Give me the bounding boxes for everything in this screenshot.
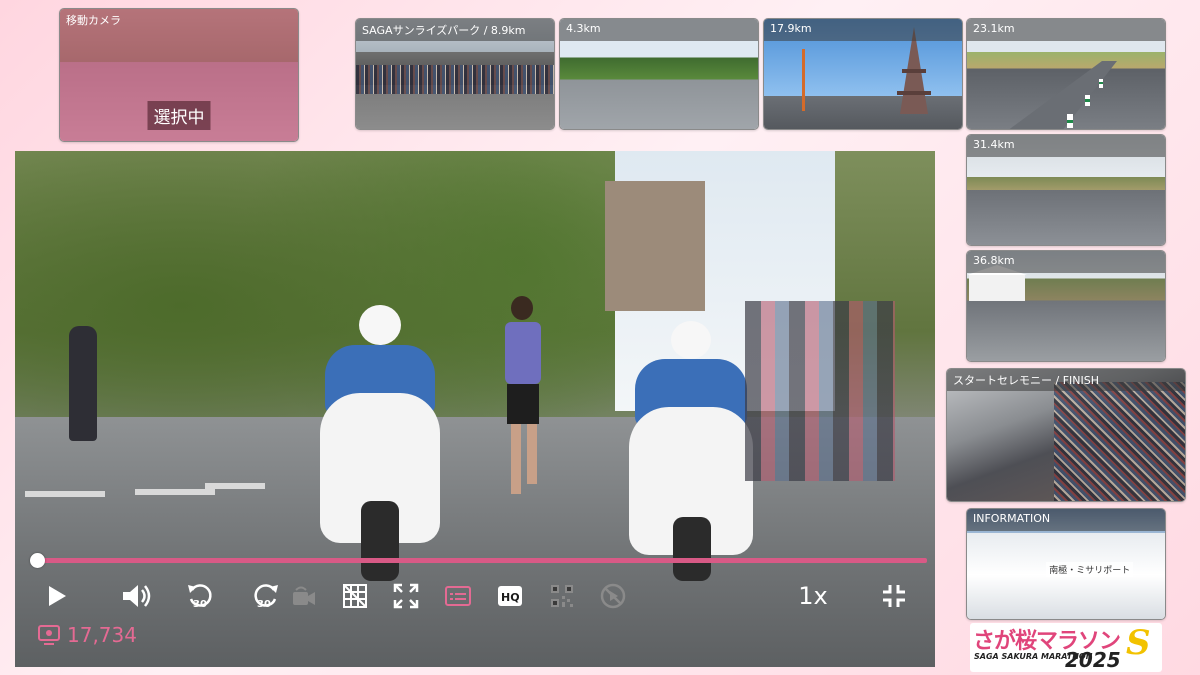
mobile-camera-label: 移動カメラ bbox=[66, 14, 121, 27]
video-lane-mark bbox=[135, 489, 215, 495]
viewers-icon bbox=[38, 625, 60, 645]
camera-thumbnail-information[interactable]: 南極・ミサリポート INFORMATION bbox=[966, 508, 1166, 620]
video-lane-mark bbox=[25, 491, 105, 497]
camera-label: 36.8km bbox=[967, 251, 1165, 273]
grid-icon bbox=[343, 584, 367, 608]
subtitles-icon bbox=[445, 586, 471, 606]
camera-thumbnail-36-8km[interactable]: 36.8km bbox=[966, 250, 1166, 362]
runner bbox=[493, 296, 553, 506]
camera-thumbnail-31-4km[interactable]: 31.4km bbox=[966, 134, 1166, 246]
video-lane-mark bbox=[205, 483, 265, 489]
forward-30-button[interactable]: 30 bbox=[248, 581, 282, 611]
camera-label: SAGAサンライズパーク / 8.9km bbox=[356, 19, 554, 41]
camera-switch-button[interactable] bbox=[287, 581, 321, 611]
selected-indicator: 選択中 bbox=[147, 101, 211, 130]
view-counter: 17,734 bbox=[37, 622, 137, 648]
logo-mark: S bbox=[1126, 623, 1151, 663]
camera-thumbnail-23-1km[interactable]: 23.1km bbox=[966, 18, 1166, 130]
camera-switch-icon bbox=[293, 586, 315, 605]
rewind-30-button[interactable]: 30 bbox=[184, 581, 218, 611]
progress-bar[interactable] bbox=[37, 558, 927, 563]
subtitles-button[interactable] bbox=[441, 581, 475, 611]
qr-button[interactable] bbox=[545, 581, 579, 611]
exit-fullscreen-button[interactable] bbox=[877, 581, 911, 611]
grid-button[interactable] bbox=[338, 581, 372, 611]
volume-icon bbox=[123, 585, 151, 607]
playback-speed-button[interactable]: 1x bbox=[796, 581, 830, 611]
volume-button[interactable] bbox=[120, 581, 154, 611]
camera-label: INFORMATION bbox=[967, 509, 1165, 531]
play-icon bbox=[49, 586, 66, 606]
no-tracking-button[interactable] bbox=[596, 581, 630, 611]
spectator-left bbox=[69, 326, 97, 441]
expand-icon bbox=[393, 583, 419, 609]
camera-thumbnail-start-finish[interactable]: スタートセレモニー / FINISH bbox=[946, 368, 1186, 502]
svg-text:30: 30 bbox=[193, 599, 207, 610]
play-button[interactable] bbox=[40, 581, 74, 611]
camera-thumbnail-4-3km[interactable]: 4.3km bbox=[559, 18, 759, 130]
player-controls: 30 30 HQ 1x 17,734 bbox=[15, 545, 935, 667]
no-tracking-icon bbox=[600, 583, 626, 609]
camera-label: 4.3km bbox=[560, 19, 758, 41]
qr-icon bbox=[551, 585, 573, 607]
rewind-30-icon: 30 bbox=[188, 584, 212, 610]
hq-icon: HQ bbox=[498, 586, 522, 606]
view-count: 17,734 bbox=[67, 623, 137, 647]
mobile-camera-thumbnail[interactable]: 移動カメラ 選択中 bbox=[59, 8, 299, 142]
camera-label: 17.9km bbox=[764, 19, 962, 41]
camera-label: スタートセレモニー / FINISH bbox=[947, 369, 1185, 391]
exit-fullscreen-icon bbox=[883, 585, 905, 607]
camera-label: 23.1km bbox=[967, 19, 1165, 41]
logo-year: 2025 bbox=[1065, 648, 1121, 672]
camera-thumbnail-sunrise-park[interactable]: SAGAサンライズパーク / 8.9km bbox=[355, 18, 555, 130]
saga-sakura-marathon-logo: さが桜マラソン SAGA SAKURA MARATHON 2025 S bbox=[970, 623, 1162, 672]
progress-knob[interactable] bbox=[30, 553, 45, 568]
camera-thumbnail-17-9km[interactable]: 17.9km bbox=[763, 18, 963, 130]
camera-label: 31.4km bbox=[967, 135, 1165, 157]
forward-30-icon: 30 bbox=[254, 584, 278, 610]
expand-button[interactable] bbox=[389, 581, 423, 611]
spectators bbox=[745, 301, 895, 481]
svg-text:30: 30 bbox=[257, 599, 271, 610]
hq-button[interactable]: HQ bbox=[493, 581, 527, 611]
video-building bbox=[605, 181, 705, 311]
information-scene-text: 南極・ミサリポート bbox=[1046, 561, 1134, 577]
svg-text:HQ: HQ bbox=[501, 591, 520, 604]
police-motorcycle-left bbox=[295, 301, 465, 581]
